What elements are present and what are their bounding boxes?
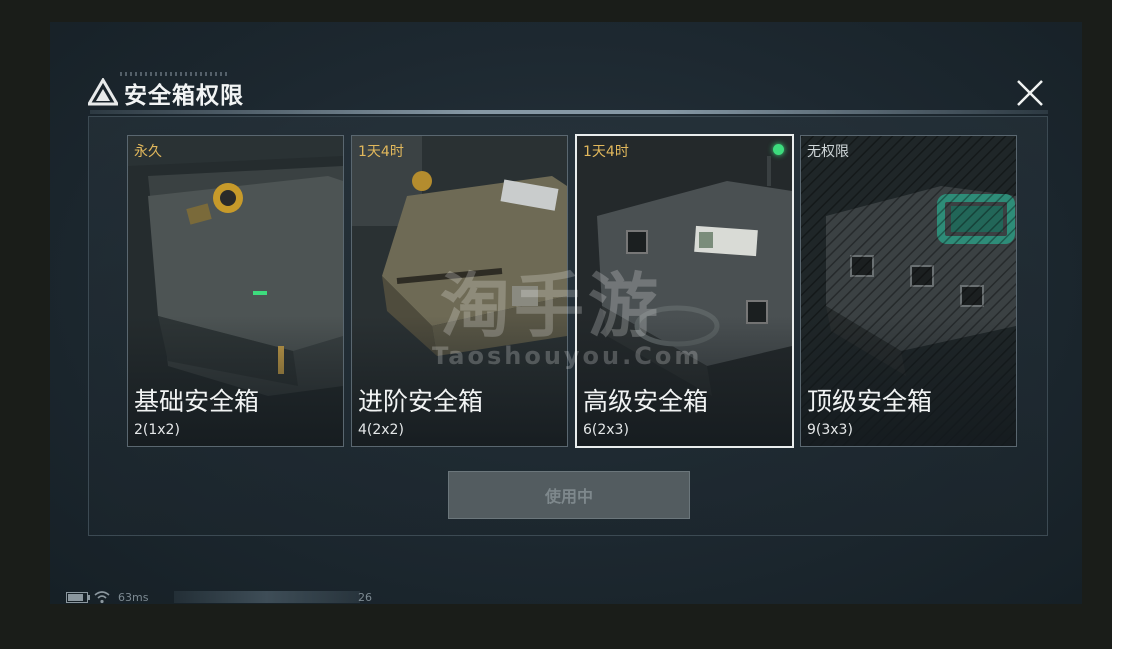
safebox-card-premium[interactable]: 1天4时 高级安全箱 6(2x3) [575,134,794,448]
close-icon[interactable] [1014,78,1046,108]
safebox-card-top[interactable]: 无权限 顶级安全箱 9(3x3) [800,135,1017,447]
dialog-header: 安全箱权限 [86,72,1048,112]
triangle-logo-icon [88,78,118,106]
active-indicator-dot [773,144,784,155]
status-bar: 63ms 26 [64,590,384,606]
card-name: 基础安全箱 [134,387,260,416]
card-duration: 1天4时 [358,144,404,160]
status-bar-blur [174,591,360,603]
dialog-title: 安全箱权限 [124,83,244,109]
card-duration: 无权限 [807,144,849,160]
card-capacity: 9(3x3) [807,422,853,438]
card-capacity: 6(2x3) [583,422,629,438]
card-name: 进阶安全箱 [358,387,484,416]
status-number: 26 [358,591,372,604]
card-capacity: 4(2x2) [358,422,404,438]
card-name: 顶级安全箱 [807,387,933,416]
card-name: 高级安全箱 [583,387,709,416]
safebox-card-advanced[interactable]: 1天4时 进阶安全箱 4(2x2) [351,135,568,447]
card-capacity: 2(1x2) [134,422,180,438]
in-use-button[interactable]: 使用中 [448,471,690,519]
card-duration: 永久 [134,144,162,160]
battery-icon [66,592,90,603]
wifi-icon [94,591,110,604]
ping-readout: 63ms [118,591,149,604]
header-divider [90,110,1048,114]
frame-edge [1112,0,1122,649]
card-duration: 1天4时 [583,144,629,160]
safebox-card-basic[interactable]: 永久 基础安全箱 2(1x2) [127,135,344,447]
